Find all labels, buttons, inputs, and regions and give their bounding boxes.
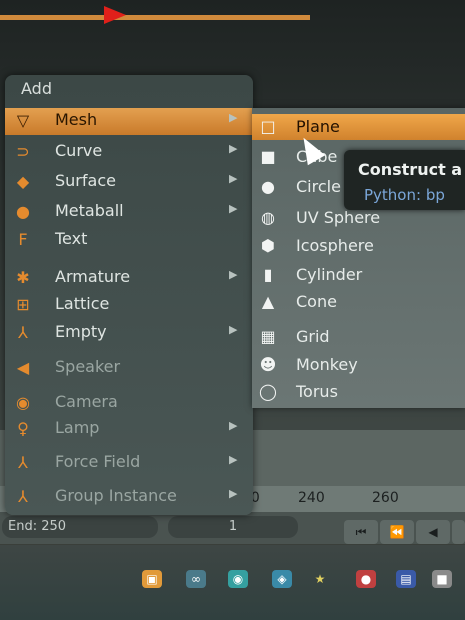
menu-item-label: Empty [55, 322, 107, 341]
menu-title: Add [21, 79, 52, 98]
submenu-arrow-icon: ▶ [229, 111, 238, 124]
menu-item-lamp[interactable]: ♀ Lamp ▶ [5, 416, 253, 443]
submenu-item-torus[interactable]: ◯ Torus [252, 379, 465, 405]
menu-item-text[interactable]: F Text [5, 227, 253, 254]
menu-item-camera[interactable]: ◉ Camera [5, 390, 253, 417]
icosphere-icon: ⬢ [261, 236, 275, 255]
mesh-icon: ▽ [16, 111, 30, 130]
submenu-arrow-icon: ▶ [229, 268, 238, 281]
menu-item-empty[interactable]: ⅄ Empty ▶ [5, 320, 253, 347]
text-icon: F [18, 230, 28, 249]
menu-item-armature[interactable]: ✱ Armature ▶ [5, 265, 253, 292]
end-frame-field[interactable]: End: 250 [2, 516, 158, 538]
menu-item-label: Mesh [55, 110, 98, 129]
uv-sphere-icon: ◍ [261, 208, 275, 227]
menu-item-label: Surface [55, 171, 116, 190]
tooltip-title: Construct a [358, 160, 463, 179]
monkey-icon: ☻ [259, 355, 277, 374]
star-icon[interactable]: ★ [310, 570, 330, 588]
submenu-item-label: Monkey [296, 355, 358, 374]
menu-item-group-instance[interactable]: ⅄ Group Instance ▶ [5, 484, 253, 511]
force-field-icon: ⅄ [18, 453, 28, 472]
add-menu: Add ▽ Mesh ▶ ⊃ Curve ▶ ◆ Surface ▶ ● Met… [5, 75, 253, 515]
play-reverse-button[interactable]: ◀ [416, 520, 450, 544]
submenu-arrow-icon: ▶ [229, 453, 238, 466]
submenu-item-cylinder[interactable]: ▮ Cylinder [252, 262, 465, 288]
speaker-icon: ◀ [16, 358, 30, 377]
submenu-item-label: Cylinder [296, 265, 363, 284]
submenu-item-cone[interactable]: ▲ Cone [252, 289, 465, 315]
tooltip-python: Python: bp [364, 186, 445, 204]
playhead-marker-icon[interactable] [104, 6, 126, 24]
submenu-arrow-icon: ▶ [229, 172, 238, 185]
camera-icon: ◉ [16, 393, 30, 412]
curve-icon: ⊃ [16, 142, 30, 161]
submenu-item-label: Grid [296, 327, 330, 346]
menu-item-label: Lamp [55, 418, 100, 437]
cylinder-icon: ▮ [263, 265, 273, 284]
submenu-item-grid[interactable]: ▦ Grid [252, 324, 465, 350]
jump-start-button[interactable]: ⏮ [344, 520, 378, 544]
submenu-arrow-icon: ▶ [229, 487, 238, 500]
menu-item-label: Armature [55, 267, 131, 286]
ruler-tick: 240 [298, 490, 325, 506]
menu-item-label: Curve [55, 141, 103, 160]
submenu-item-icosphere[interactable]: ⬢ Icosphere [252, 233, 465, 259]
cone-icon: ▲ [261, 292, 275, 311]
tooltip: Construct a Python: bp [344, 150, 465, 210]
render-icon[interactable]: ▤ [396, 570, 416, 588]
menu-item-curve[interactable]: ⊃ Curve ▶ [5, 139, 253, 166]
submenu-item-label: UV Sphere [296, 208, 381, 227]
menu-item-metaball[interactable]: ● Metaball ▶ [5, 199, 253, 226]
submenu-arrow-icon: ▶ [229, 419, 238, 432]
submenu-arrow-icon: ▶ [229, 142, 238, 155]
view-icon[interactable]: ◉ [228, 570, 248, 588]
stop-button[interactable] [452, 520, 465, 544]
menu-item-surface[interactable]: ◆ Surface ▶ [5, 169, 253, 196]
menu-item-force-field[interactable]: ⅄ Force Field ▶ [5, 450, 253, 477]
grid-icon: ▦ [260, 327, 276, 346]
menu-item-label: Group Instance [55, 486, 177, 505]
circle-icon: ● [261, 177, 275, 196]
record-icon[interactable]: ● [356, 570, 376, 588]
menu-item-mesh[interactable]: ▽ Mesh ▶ [5, 108, 253, 135]
menu-item-label: Text [55, 229, 88, 248]
torus-icon: ◯ [259, 382, 277, 401]
cube-icon: ■ [260, 147, 276, 166]
armature-icon: ✱ [16, 268, 30, 287]
submenu-arrow-icon: ▶ [229, 202, 238, 215]
submenu-item-label: Circle [296, 177, 341, 196]
ruler-tick: 260 [372, 490, 399, 506]
submenu-item-plane[interactable]: □ Plane [252, 114, 465, 140]
shield-icon[interactable]: ◈ [272, 570, 292, 588]
submenu-arrow-icon: ▶ [229, 323, 238, 336]
submenu-item-label: Torus [296, 382, 338, 401]
plane-icon: □ [260, 117, 276, 136]
metaball-icon: ● [16, 202, 30, 221]
link-icon[interactable]: ∞ [186, 570, 206, 588]
menu-item-label: Lattice [55, 294, 110, 313]
lamp-icon: ♀ [17, 419, 29, 438]
empty-icon: ⅄ [18, 323, 28, 342]
prev-keyframe-button[interactable]: ⏪ [380, 520, 414, 544]
menu-item-lattice[interactable]: ⊞ Lattice [5, 292, 253, 319]
camera-view-icon[interactable]: ■ [432, 570, 452, 588]
timeline-range-bar [0, 15, 310, 20]
current-frame-field[interactable]: 1 [168, 516, 298, 538]
menu-item-speaker[interactable]: ◀ Speaker [5, 355, 253, 382]
submenu-item-label: Cone [296, 292, 337, 311]
group-instance-icon: ⅄ [18, 487, 28, 506]
menu-item-label: Metaball [55, 201, 124, 220]
submenu-item-label: Icosphere [296, 236, 374, 255]
menu-item-label: Speaker [55, 357, 121, 376]
surface-icon: ◆ [16, 172, 30, 191]
keying-set-icon[interactable]: ▣ [142, 570, 162, 588]
menu-item-label: Force Field [55, 452, 141, 471]
lattice-icon: ⊞ [16, 295, 30, 314]
submenu-item-monkey[interactable]: ☻ Monkey [252, 352, 465, 378]
submenu-item-label: Plane [296, 117, 340, 136]
menu-item-label: Camera [55, 392, 118, 411]
